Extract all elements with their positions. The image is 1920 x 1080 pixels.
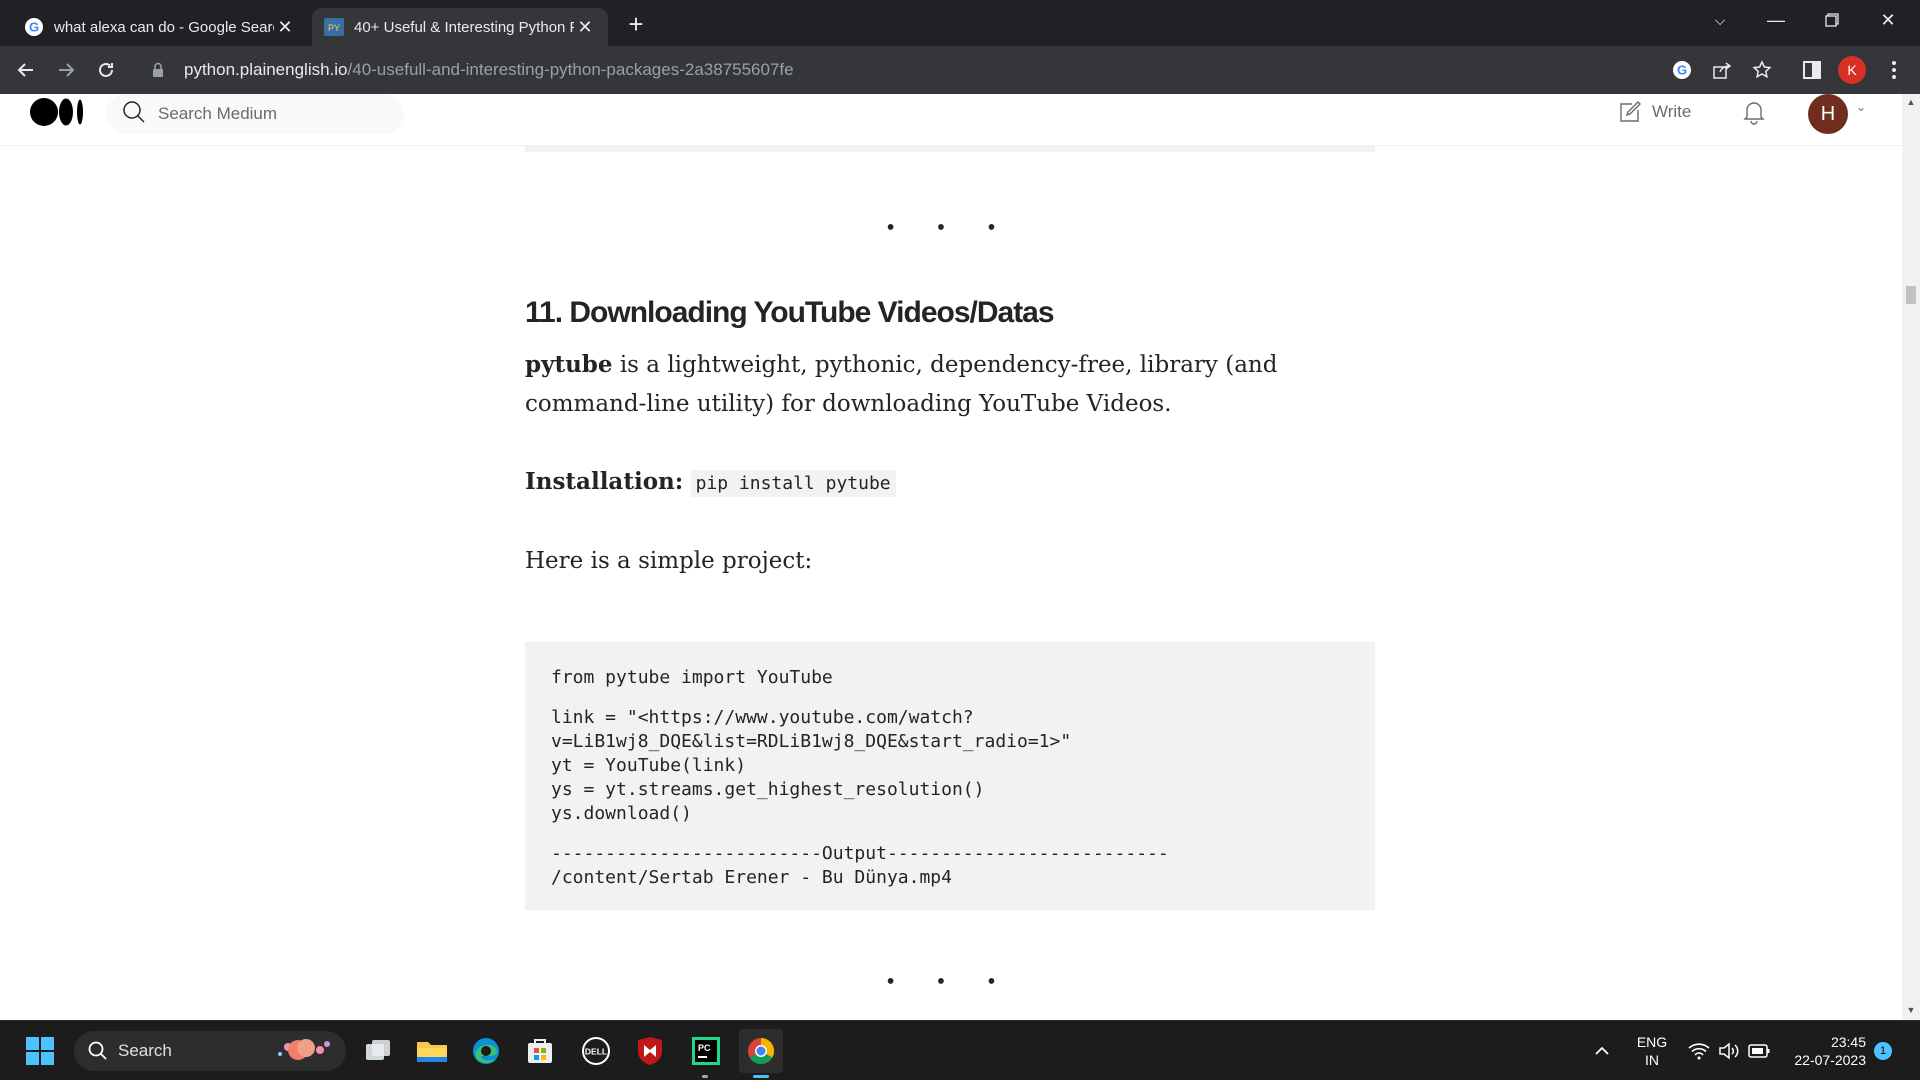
- section-separator: • • •: [886, 969, 1014, 995]
- browser-toolbar: python.plainenglish.io/40-usefull-and-in…: [0, 46, 1920, 94]
- close-window-button[interactable]: ✕: [1862, 0, 1914, 40]
- installation-paragraph: Installation: pip install pytube: [525, 462, 1375, 503]
- scroll-down-icon[interactable]: ▼: [1902, 1002, 1920, 1018]
- google-icon: G: [24, 17, 44, 37]
- microsoft-store-icon[interactable]: [518, 1029, 562, 1073]
- intro-paragraph: pytube is a lightweight, pythonic, depen…: [525, 351, 1278, 417]
- running-indicator: [702, 1075, 708, 1078]
- share-icon[interactable]: [1706, 54, 1738, 86]
- clock-date: 22-07-2023: [1794, 1052, 1866, 1068]
- arrow-left-icon: [17, 63, 33, 77]
- tab-search-icon[interactable]: ⌵: [1694, 0, 1746, 40]
- install-command: pip install pytube: [690, 470, 896, 497]
- lock-icon: [152, 61, 170, 79]
- url-text: python.plainenglish.io/40-usefull-and-in…: [184, 60, 794, 79]
- tab-title: what alexa can do - Google Search: [54, 18, 274, 36]
- package-name: pytube: [525, 351, 613, 378]
- notifications-bell-icon[interactable]: [1738, 96, 1770, 128]
- side-panel-icon[interactable]: [1796, 54, 1828, 86]
- system-clock[interactable]: 23:45 22-07-2023: [1780, 1033, 1866, 1069]
- reload-icon: [99, 62, 113, 77]
- file-explorer-icon[interactable]: [410, 1029, 454, 1073]
- task-view-icon[interactable]: [356, 1029, 400, 1073]
- medium-logo[interactable]: [30, 96, 86, 128]
- show-hidden-icons-chevron-up-icon[interactable]: [1580, 1029, 1624, 1073]
- chrome-icon[interactable]: [739, 1029, 783, 1073]
- wifi-icon[interactable]: [1684, 1029, 1714, 1073]
- edit-icon: [1620, 101, 1641, 122]
- user-avatar[interactable]: H: [1808, 94, 1848, 134]
- browser-tab-strip: G what alexa can do - Google Search ✕ PY…: [0, 0, 1920, 46]
- windows-taskbar: Search DELL PC ENG IN 23:45 22-07-2023 1: [0, 1020, 1920, 1080]
- profile-avatar[interactable]: K: [1838, 56, 1866, 84]
- search-placeholder: Search Medium: [158, 104, 278, 123]
- volume-icon[interactable]: [1714, 1029, 1744, 1073]
- code-line: /content/Sertab Erener - Bu Dünya.mp4: [551, 867, 952, 888]
- section-separator: • • •: [886, 215, 1014, 241]
- code-line: v=LiB1wj8_DQE&list=RDLiB1wj8_DQE&start_r…: [551, 731, 1072, 752]
- taskbar-search-label: Search: [118, 1041, 172, 1060]
- svg-text:PY: PY: [328, 23, 340, 33]
- section-heading: 11. Downloading YouTube Videos/Datas: [525, 296, 1055, 329]
- tab-google-search[interactable]: G what alexa can do - Google Search ✕: [12, 8, 308, 46]
- minimize-button[interactable]: —: [1750, 0, 1802, 40]
- code-line: ys = yt.streams.get_highest_resolution(): [551, 779, 985, 800]
- code-line: link = "<https://www.youtube.com/watch?: [551, 707, 974, 728]
- new-tab-button[interactable]: +: [620, 8, 652, 40]
- active-app-indicator: [753, 1075, 769, 1078]
- pycharm-icon[interactable]: PC: [684, 1029, 728, 1073]
- forward-button[interactable]: [50, 54, 82, 86]
- restore-button[interactable]: [1806, 0, 1858, 40]
- svg-text:PC: PC: [698, 1043, 711, 1053]
- edge-browser-icon[interactable]: [464, 1029, 508, 1073]
- code-line: from pytube import YouTube: [551, 667, 833, 688]
- close-tab-icon[interactable]: ✕: [274, 16, 296, 38]
- windows-logo-icon: [26, 1037, 54, 1065]
- svg-text:G: G: [29, 20, 39, 35]
- svg-text:G: G: [1677, 63, 1687, 78]
- menu-kebab-icon[interactable]: [1878, 54, 1910, 86]
- reload-button[interactable]: [90, 54, 122, 86]
- svg-text:DELL: DELL: [585, 1047, 607, 1057]
- back-button[interactable]: [10, 54, 42, 86]
- clock-time: 23:45: [1830, 1034, 1866, 1050]
- code-line: ys.download(): [551, 803, 692, 824]
- code-line: -------------------------Output---------…: [551, 843, 1169, 864]
- dell-icon[interactable]: DELL: [574, 1029, 618, 1073]
- arrow-right-icon: [59, 63, 75, 77]
- scrollbar-thumb[interactable]: [1906, 286, 1916, 304]
- page-scrollbar[interactable]: ▲ ▼: [1902, 94, 1920, 1020]
- notification-badge[interactable]: 1: [1874, 1042, 1892, 1060]
- search-highlight-icon: [272, 1034, 336, 1069]
- mcafee-icon[interactable]: [628, 1029, 672, 1073]
- medium-header: Search Medium Write H ⌄: [0, 94, 1902, 146]
- restore-icon: [1825, 13, 1839, 27]
- tab-title: 40+ Useful & Interesting Python Packages: [354, 18, 574, 36]
- close-tab-icon[interactable]: ✕: [574, 16, 596, 38]
- write-button[interactable]: Write: [1618, 96, 1691, 128]
- google-lens-icon[interactable]: G: [1666, 54, 1698, 86]
- language-indicator[interactable]: ENG IN: [1632, 1033, 1672, 1069]
- previous-code-block-edge: [525, 146, 1375, 152]
- start-button[interactable]: [18, 1029, 62, 1073]
- py-icon: PY: [324, 17, 344, 37]
- code-block: from pytube import YouTube link = "<https…: [525, 642, 1375, 910]
- taskbar-search[interactable]: Search: [74, 1031, 346, 1071]
- project-intro: Here is a simple project:: [525, 548, 813, 574]
- installation-label: Installation:: [525, 468, 684, 495]
- search-icon: [88, 1041, 107, 1060]
- chevron-down-icon[interactable]: ⌄: [1856, 100, 1866, 114]
- tab-python-packages[interactable]: PY 40+ Useful & Interesting Python Packa…: [312, 8, 608, 46]
- scroll-up-icon[interactable]: ▲: [1902, 94, 1920, 110]
- code-line: yt = YouTube(link): [551, 755, 747, 776]
- write-label: Write: [1652, 102, 1692, 121]
- medium-search-input[interactable]: Search Medium: [106, 94, 404, 134]
- search-icon: [122, 100, 146, 129]
- bookmark-star-icon[interactable]: [1746, 54, 1778, 86]
- battery-icon[interactable]: [1744, 1029, 1774, 1073]
- address-bar[interactable]: python.plainenglish.io/40-usefull-and-in…: [138, 52, 1758, 88]
